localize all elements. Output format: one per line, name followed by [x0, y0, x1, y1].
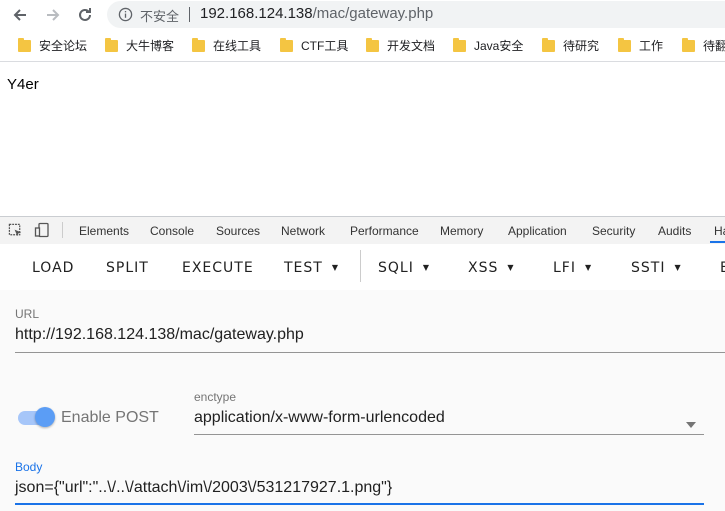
test-label: TEST [284, 260, 323, 276]
folder-icon [366, 37, 379, 52]
bookmark-folder[interactable]: Java安全 [453, 37, 523, 54]
folder-icon [192, 37, 205, 52]
bookmark-label: 工作 [639, 39, 664, 53]
body-field-label: Body [15, 460, 43, 474]
tab-network[interactable]: Network [281, 224, 325, 238]
tab-application[interactable]: Application [508, 224, 567, 238]
bookmark-label: 开发文档 [387, 39, 436, 53]
xss-menu-button[interactable]: XSS ▼ [468, 260, 515, 276]
folder-icon [682, 37, 695, 52]
page-output-text: Y4er [7, 76, 39, 93]
tab-audits[interactable]: Audits [658, 224, 691, 238]
address-divider [189, 7, 190, 22]
forward-arrow-icon[interactable] [42, 4, 64, 26]
test-menu-button[interactable]: TEST ▼ [284, 260, 339, 276]
tab-elements[interactable]: Elements [79, 224, 129, 238]
bookmark-folder[interactable]: 大牛博客 [105, 37, 174, 54]
url-host: 192.168.124.138 [200, 5, 313, 22]
bookmark-folder[interactable]: 开发文档 [366, 37, 435, 54]
folder-icon [18, 37, 31, 52]
dropdown-arrow-icon: ▼ [331, 263, 339, 272]
bookmark-label: 在线工具 [213, 39, 262, 53]
tab-hackbar[interactable]: Ha [714, 224, 725, 238]
hackbar-toolbar: LOAD SPLIT EXECUTE TEST ▼ SQLI ▼ XSS ▼ LFI ▼… [0, 244, 725, 290]
select-arrow-icon[interactable] [686, 415, 696, 433]
dropdown-arrow-icon: ▼ [422, 263, 430, 272]
load-button[interactable]: LOAD [32, 260, 74, 276]
enable-post-toggle-thumb[interactable] [35, 407, 55, 427]
url-field[interactable]: http://192.168.124.138/mac/gateway.php [15, 326, 304, 344]
bookmark-label: CTF工具 [301, 39, 349, 53]
back-arrow-icon[interactable] [9, 4, 31, 26]
reload-icon[interactable] [74, 4, 96, 26]
active-tab-indicator [710, 241, 725, 243]
bookmark-folder[interactable]: 工作 [618, 37, 663, 54]
bookmark-folder[interactable]: CTF工具 [280, 37, 348, 54]
bookmark-label: 待翻 [703, 39, 725, 53]
ssti-menu-button[interactable]: SSTI ▼ [631, 260, 682, 276]
address-url[interactable]: 192.168.124.138/mac/gateway.php [200, 5, 433, 22]
url-path: /mac/gateway.php [312, 5, 434, 22]
sqli-label: SQLI [378, 260, 414, 276]
tab-memory[interactable]: Memory [440, 224, 483, 238]
lfi-menu-button[interactable]: LFI ▼ [553, 260, 592, 276]
dropdown-arrow-icon: ▼ [674, 263, 682, 272]
info-icon[interactable] [118, 7, 133, 27]
url-field-underline [15, 352, 725, 353]
bookmark-label: 大牛博客 [126, 39, 175, 53]
body-field[interactable]: json={"url":"..\/..\/attach\/im\/2003\/5… [15, 479, 392, 497]
dropdown-arrow-icon: ▼ [584, 263, 593, 272]
enctype-label: enctype [194, 390, 237, 404]
inspect-element-icon[interactable] [8, 223, 23, 243]
more-menu-button[interactable]: E [720, 260, 725, 276]
folder-icon [542, 37, 555, 52]
sqli-menu-button[interactable]: SQLI ▼ [378, 260, 430, 276]
folder-icon [618, 37, 631, 52]
folder-icon [105, 37, 118, 52]
ssti-label: SSTI [631, 260, 666, 276]
hackbar-form [0, 290, 725, 511]
devtools-tab-bar: Elements Console Sources Network Perform… [0, 216, 725, 245]
devtools-divider [62, 222, 63, 238]
bookmark-label: Java安全 [474, 39, 524, 53]
url-field-label: URL [15, 307, 40, 321]
toolbar-divider [360, 250, 361, 282]
enctype-underline [194, 434, 704, 435]
bookmark-folder[interactable]: 在线工具 [192, 37, 261, 54]
browser-toolbar: 不安全 192.168.124.138/mac/gateway.php [0, 0, 725, 30]
bookmark-label: 待研究 [563, 39, 600, 53]
dropdown-arrow-icon: ▼ [507, 263, 515, 272]
tab-performance[interactable]: Performance [350, 224, 419, 238]
split-button[interactable]: SPLIT [106, 260, 149, 276]
bookmarks-bar: 安全论坛 大牛博客 在线工具 CTF工具 开发文档 Java安全 待研究 工作 … [0, 31, 725, 62]
enctype-select[interactable]: application/x-www-form-urlencoded [194, 409, 445, 427]
bookmark-folder[interactable]: 待翻 [682, 37, 725, 54]
bookmark-label: 安全论坛 [39, 39, 88, 53]
device-toolbar-icon[interactable] [34, 222, 50, 243]
bookmark-folder[interactable]: 待研究 [542, 37, 599, 54]
folder-icon [453, 37, 466, 52]
folder-icon [280, 37, 293, 52]
tab-security[interactable]: Security [592, 224, 635, 238]
xss-label: XSS [468, 260, 499, 276]
security-label[interactable]: 不安全 [140, 6, 179, 25]
body-field-underline [15, 503, 704, 505]
lfi-label: LFI [553, 260, 576, 276]
bookmark-folder[interactable]: 安全论坛 [18, 37, 87, 54]
tab-console[interactable]: Console [150, 224, 194, 238]
execute-button[interactable]: EXECUTE [182, 260, 254, 276]
enable-post-label: Enable POST [61, 409, 159, 426]
tab-sources[interactable]: Sources [216, 224, 260, 238]
